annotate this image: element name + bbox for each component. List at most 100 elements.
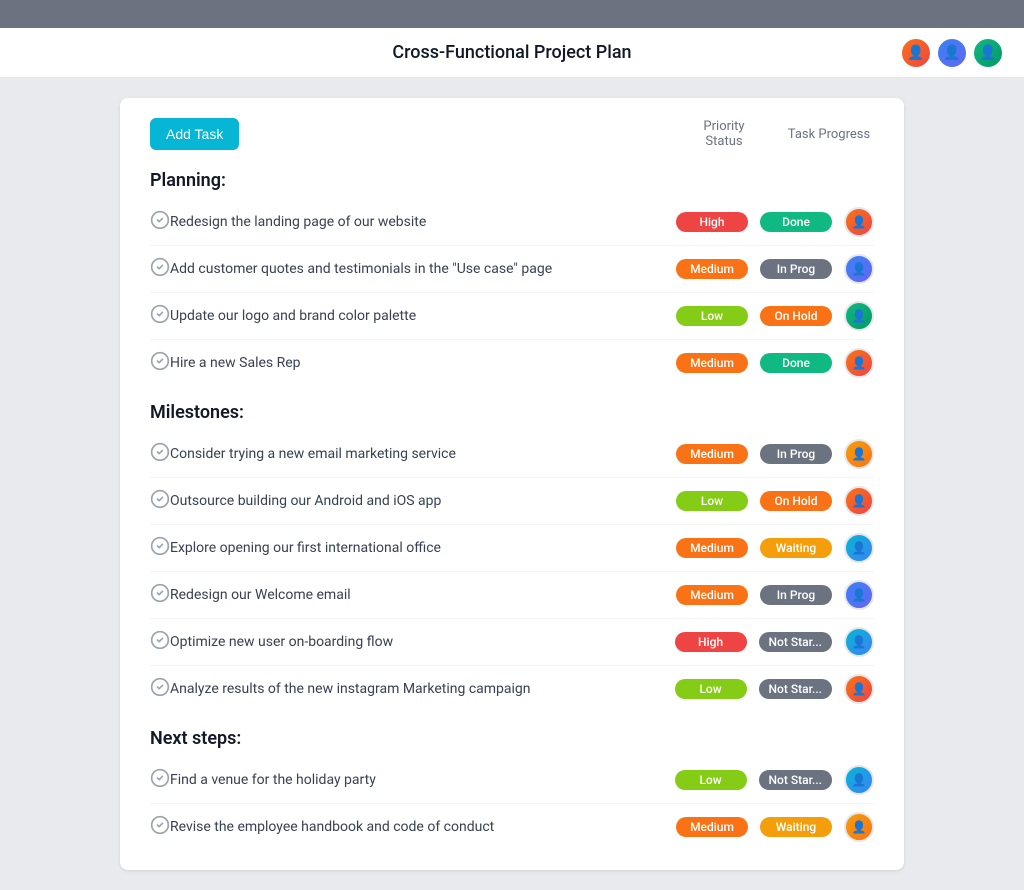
status-badge[interactable]: Done [760, 212, 832, 232]
add-task-button[interactable]: Add Task [150, 118, 239, 150]
avatar[interactable]: 👤 [844, 486, 874, 516]
table-row[interactable]: Add customer quotes and testimonials in … [150, 246, 874, 293]
task-controls: Medium In Prog 👤 [676, 580, 874, 610]
table-row[interactable]: Consider trying a new email marketing se… [150, 431, 874, 478]
avatar[interactable]: 👤 [844, 580, 874, 610]
table-row[interactable]: Find a venue for the holiday partyLow Not… [150, 757, 874, 804]
project-card: Add Task Priority Status Task Progress P… [120, 98, 904, 870]
status-badge[interactable]: In Prog [760, 585, 832, 605]
table-row[interactable]: Update our logo and brand color paletteL… [150, 293, 874, 340]
status-badge[interactable]: In Prog [760, 259, 832, 279]
check-icon [150, 257, 170, 281]
top-bar [0, 0, 1024, 28]
avatar[interactable]: 👤 [844, 674, 874, 704]
priority-badge[interactable]: Low [675, 770, 747, 790]
avatar-3[interactable]: 👤 [972, 37, 1004, 69]
priority-badge[interactable]: Low [676, 491, 748, 511]
task-name: Analyze results of the new instagram Mar… [170, 681, 675, 697]
check-icon [150, 815, 170, 839]
task-name: Revise the employee handbook and code of… [170, 819, 676, 835]
avatar-1[interactable]: 👤 [900, 37, 932, 69]
section-title-1: Milestones: [150, 402, 874, 423]
table-row[interactable]: Hire a new Sales RepMediumDone👤 [150, 340, 874, 386]
status-badge[interactable]: Not Star... [759, 632, 832, 652]
section-title-2: Next steps: [150, 728, 874, 749]
task-controls: Medium In Prog 👤 [676, 254, 874, 284]
table-row[interactable]: Analyze results of the new instagram Mar… [150, 666, 874, 712]
task-controls: Medium Waiting 👤 [676, 812, 874, 842]
check-icon [150, 489, 170, 513]
status-badge[interactable]: Done [760, 353, 832, 373]
avatar[interactable]: 👤 [844, 812, 874, 842]
priority-badge[interactable]: Medium [676, 585, 748, 605]
priority-badge[interactable]: Medium [676, 444, 748, 464]
status-badge[interactable]: On Hold [760, 491, 832, 511]
task-controls: Low On Hold 👤 [676, 301, 874, 331]
status-badge[interactable]: Not Star... [759, 679, 832, 699]
page-title: Cross-Functional Project Plan [392, 42, 631, 63]
header-avatars: 👤 👤 👤 [900, 37, 1004, 69]
priority-badge[interactable]: Low [675, 679, 747, 699]
task-controls: Medium Waiting 👤 [676, 533, 874, 563]
check-icon [150, 630, 170, 654]
avatar[interactable]: 👤 [844, 348, 874, 378]
avatar[interactable]: 👤 [844, 533, 874, 563]
table-row[interactable]: Redesign our Welcome emailMedium In Prog 👤 [150, 572, 874, 619]
priority-badge[interactable]: Low [676, 306, 748, 326]
check-icon [150, 210, 170, 234]
task-name: Redesign our Welcome email [170, 587, 676, 603]
priority-badge[interactable]: Medium [676, 259, 748, 279]
main-content: Add Task Priority Status Task Progress P… [0, 78, 1024, 890]
status-badge[interactable]: Waiting [760, 817, 832, 837]
priority-badge[interactable]: High [675, 632, 747, 652]
check-icon [150, 536, 170, 560]
task-name: Explore opening our first international … [170, 540, 676, 556]
task-name: Outsource building our Android and iOS a… [170, 493, 676, 509]
table-row[interactable]: Revise the employee handbook and code of… [150, 804, 874, 850]
table-row[interactable]: Redesign the landing page of our website… [150, 199, 874, 246]
priority-column-header: Priority Status [684, 119, 764, 149]
priority-badge[interactable]: Medium [676, 538, 748, 558]
avatar[interactable]: 👤 [844, 207, 874, 237]
priority-badge[interactable]: Medium [676, 817, 748, 837]
avatar[interactable]: 👤 [844, 765, 874, 795]
sections-container: Planning: Redesign the landing page of o… [150, 170, 874, 850]
task-name: Find a venue for the holiday party [170, 772, 675, 788]
priority-badge[interactable]: High [676, 212, 748, 232]
check-icon [150, 768, 170, 792]
section-2: Next steps: Find a venue for the holiday… [150, 728, 874, 850]
check-icon [150, 583, 170, 607]
avatar-2[interactable]: 👤 [936, 37, 968, 69]
task-controls: Low On Hold 👤 [676, 486, 874, 516]
task-name: Update our logo and brand color palette [170, 308, 676, 324]
task-name: Redesign the landing page of our website [170, 214, 676, 230]
section-1: Milestones: Consider trying a new email … [150, 402, 874, 712]
status-badge[interactable]: In Prog [760, 444, 832, 464]
check-icon [150, 442, 170, 466]
avatar[interactable]: 👤 [844, 254, 874, 284]
check-icon [150, 351, 170, 375]
section-0: Planning: Redesign the landing page of o… [150, 170, 874, 386]
table-row[interactable]: Optimize new user on-boarding flowHigh No… [150, 619, 874, 666]
task-name: Add customer quotes and testimonials in … [170, 261, 676, 277]
status-badge[interactable]: Waiting [760, 538, 832, 558]
task-name: Optimize new user on-boarding flow [170, 634, 675, 650]
avatar[interactable]: 👤 [844, 301, 874, 331]
section-title-0: Planning: [150, 170, 874, 191]
check-icon [150, 304, 170, 328]
task-controls: High Done 👤 [676, 207, 874, 237]
priority-badge[interactable]: Medium [676, 353, 748, 373]
task-controls: Low Not Star... 👤 [675, 765, 874, 795]
table-row[interactable]: Explore opening our first international … [150, 525, 874, 572]
table-row[interactable]: Outsource building our Android and iOS a… [150, 478, 874, 525]
header: Cross-Functional Project Plan 👤 👤 👤 [0, 28, 1024, 78]
status-badge[interactable]: Not Star... [759, 770, 832, 790]
avatar[interactable]: 👤 [844, 439, 874, 469]
column-headers: Priority Status Task Progress [684, 119, 874, 149]
task-controls: Medium Done 👤 [676, 348, 874, 378]
card-header: Add Task Priority Status Task Progress [150, 118, 874, 150]
task-controls: Low Not Star... 👤 [675, 674, 874, 704]
task-controls: Medium In Prog 👤 [676, 439, 874, 469]
progress-column-header: Task Progress [784, 127, 874, 142]
status-badge[interactable]: On Hold [760, 306, 832, 326]
